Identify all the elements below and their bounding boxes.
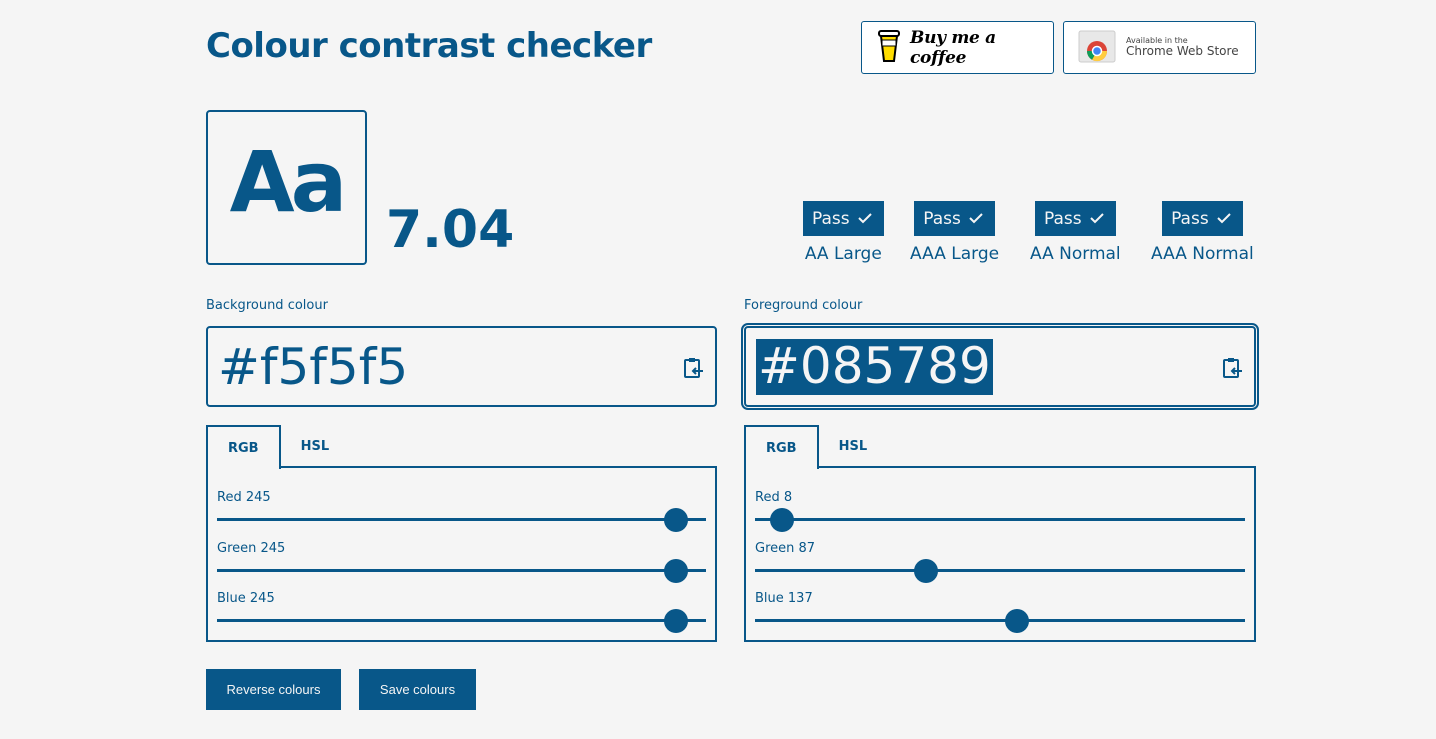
slider-track[interactable] [755, 619, 1245, 622]
contrast-ratio: 7.04 [386, 200, 515, 260]
foreground-hex-input[interactable]: #085789 [741, 323, 1259, 410]
slider-thumb[interactable] [663, 609, 688, 633]
coffee-label: Buy me a coffee [910, 27, 996, 68]
paste-icon[interactable] [681, 356, 705, 380]
tab-rgb[interactable]: RGB [744, 425, 819, 469]
foreground-colour-label: Foreground colour [744, 298, 863, 313]
contrast-preview: Aa [206, 110, 367, 265]
chrome-big-text: Chrome Web Store [1126, 44, 1239, 59]
save-colours-button[interactable]: Save colours [359, 669, 476, 710]
coffee-cup-icon [876, 28, 902, 68]
slider-thumb[interactable] [1005, 609, 1030, 633]
green-slider: Green 87 [755, 519, 1245, 583]
background-colour-label: Background colour [206, 298, 328, 313]
slider-label: Blue 137 [755, 591, 813, 606]
result-label: AAA Large [910, 244, 1000, 264]
tab-rgb[interactable]: RGB [206, 425, 281, 469]
foreground-slider-panel: Red 8 Green 87 Blue 137 [744, 466, 1256, 642]
result-aaa-normal: Pass AAA Normal [1151, 201, 1254, 264]
check-icon [1216, 209, 1231, 229]
background-hex-input[interactable]: #f5f5f5 [206, 326, 717, 407]
buy-me-a-coffee-button[interactable]: Buy me a coffee [861, 21, 1054, 74]
chrome-web-store-button[interactable]: Available in the Chrome Web Store [1063, 21, 1256, 74]
result-label: AAA Normal [1151, 244, 1254, 264]
tab-hsl[interactable]: HSL [281, 425, 350, 468]
pass-badge: Pass [803, 201, 884, 236]
page-title: Colour contrast checker [206, 26, 652, 66]
background-slider-panel: Red 245 Green 245 Blue 245 [206, 466, 717, 642]
result-aaa-large: Pass AAA Large [910, 201, 999, 264]
foreground-tabs: RGB HSL [744, 425, 887, 469]
check-icon [969, 209, 983, 229]
result-label: AA Large [804, 244, 882, 264]
pass-badge: Pass [1162, 201, 1243, 236]
slider-track[interactable] [217, 619, 706, 622]
background-hex-value: #f5f5f5 [218, 337, 409, 396]
chrome-web-store-icon [1078, 29, 1116, 67]
red-slider: Red 8 [755, 468, 1245, 532]
foreground-hex-value: #085789 [756, 336, 993, 395]
blue-slider: Blue 137 [755, 569, 1245, 633]
result-aa-large: Pass AA Large [803, 201, 884, 264]
result-aa-normal: Pass AA Normal [1030, 201, 1121, 264]
red-slider: Red 245 [217, 468, 706, 532]
background-tabs: RGB HSL [206, 425, 349, 469]
slider-label: Red 245 [217, 490, 271, 505]
result-label: AA Normal [1030, 244, 1121, 264]
slider-label: Blue 245 [217, 591, 275, 606]
slider-label: Green 245 [217, 540, 286, 556]
reverse-colours-button[interactable]: Reverse colours [206, 669, 341, 710]
slider-label: Red 8 [755, 490, 793, 505]
check-icon [1089, 209, 1104, 229]
tab-hsl[interactable]: HSL [819, 425, 888, 468]
pass-badge: Pass [914, 201, 995, 236]
green-slider: Green 245 [217, 519, 706, 583]
blue-slider: Blue 245 [217, 569, 706, 633]
pass-badge: Pass [1035, 201, 1116, 236]
slider-label: Green 87 [755, 540, 816, 556]
paste-icon[interactable] [1220, 356, 1244, 380]
check-icon [857, 209, 872, 229]
